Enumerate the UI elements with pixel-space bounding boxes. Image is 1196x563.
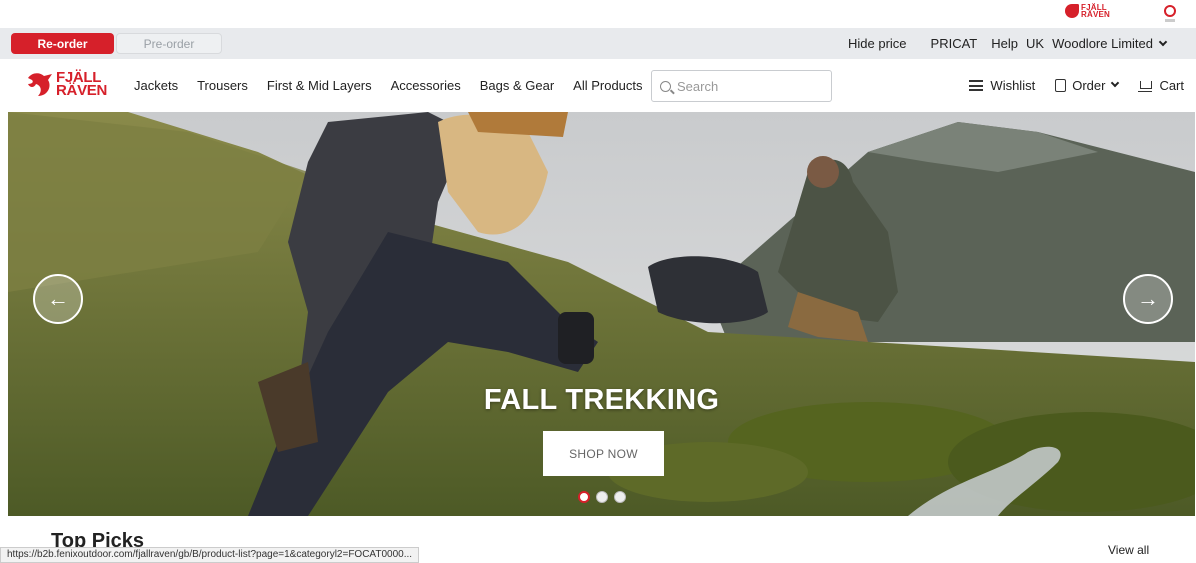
hero-carousel: ← → FALL TREKKING SHOP NOW	[8, 112, 1195, 516]
carousel-next-button[interactable]: →	[1123, 274, 1173, 324]
carousel-indicators	[578, 491, 626, 503]
country-flag-icon[interactable]	[1164, 5, 1176, 23]
nav-link-bags-gear[interactable]: Bags & Gear	[480, 78, 554, 93]
cart-icon	[1138, 80, 1153, 92]
arrow-left-icon: ←	[47, 286, 69, 311]
search-input[interactable]	[677, 78, 827, 94]
logo-line2: RÄVEN	[56, 82, 108, 99]
document-icon	[1055, 79, 1067, 92]
nav-link-accessories[interactable]: Accessories	[391, 78, 461, 93]
nav-link-first-mid-layers[interactable]: First & Mid Layers	[267, 78, 372, 93]
account-name: Woodlore Limited	[1052, 36, 1153, 51]
reorder-tab[interactable]: Re-order	[11, 33, 114, 54]
view-all-link[interactable]: View all	[1108, 543, 1149, 557]
help-link[interactable]: Help	[991, 36, 1018, 51]
search-icon	[660, 80, 671, 92]
carousel-dot[interactable]	[596, 491, 608, 503]
search-box[interactable]	[651, 70, 832, 102]
preorder-tab[interactable]: Pre-order	[116, 33, 222, 54]
carousel-prev-button[interactable]: ←	[33, 274, 83, 324]
carousel-dot[interactable]	[614, 491, 626, 503]
arrow-right-icon: →	[1137, 286, 1159, 311]
pricat-link[interactable]: PRICAT	[931, 36, 978, 51]
fox-icon	[1064, 4, 1079, 18]
nav-actions: Wishlist Order Cart	[949, 59, 1184, 112]
brand-mini-logo[interactable]: FJÄLL RÄVEN	[1064, 4, 1110, 19]
chevron-down-icon	[1111, 78, 1120, 87]
nav-link-all-products[interactable]: All Products	[573, 78, 642, 93]
wishlist-button[interactable]: Wishlist	[969, 78, 1035, 93]
utility-links: Hide price PRICAT Help UK Woodlore Limit…	[848, 28, 1168, 59]
status-bar-url: https://b2b.fenixoutdoor.com/fjallraven/…	[0, 547, 420, 563]
list-icon	[969, 80, 984, 91]
carousel-dot[interactable]	[578, 491, 590, 503]
category-nav: Jackets Trousers First & Mid Layers Acce…	[134, 59, 662, 112]
shop-now-button[interactable]: SHOP NOW	[543, 431, 664, 476]
region-selector[interactable]: UK	[1026, 36, 1044, 51]
fjallraven-logo[interactable]: FJÄLL RÄVEN	[26, 70, 107, 98]
hero-title: FALL TREKKING	[483, 384, 720, 416]
cart-label: Cart	[1159, 78, 1184, 93]
cart-button[interactable]: Cart	[1138, 78, 1184, 93]
nav-link-trousers[interactable]: Trousers	[197, 78, 248, 93]
fox-icon	[26, 70, 54, 98]
order-label: Order	[1072, 78, 1106, 93]
nav-link-jackets[interactable]: Jackets	[134, 78, 178, 93]
mini-logo-line2: RÄVEN	[1080, 10, 1110, 19]
utility-bar: Re-order Pre-order Hide price PRICAT Hel…	[0, 28, 1196, 59]
chevron-down-icon	[1158, 37, 1168, 47]
top-strip: FJÄLL RÄVEN	[0, 0, 1196, 28]
main-navigation: FJÄLL RÄVEN Jackets Trousers First & Mid…	[0, 59, 1196, 112]
order-menu[interactable]: Order	[1055, 78, 1120, 93]
account-menu[interactable]: Woodlore Limited	[1052, 36, 1168, 51]
hide-price-link[interactable]: Hide price	[848, 36, 907, 51]
wishlist-label: Wishlist	[990, 78, 1036, 93]
